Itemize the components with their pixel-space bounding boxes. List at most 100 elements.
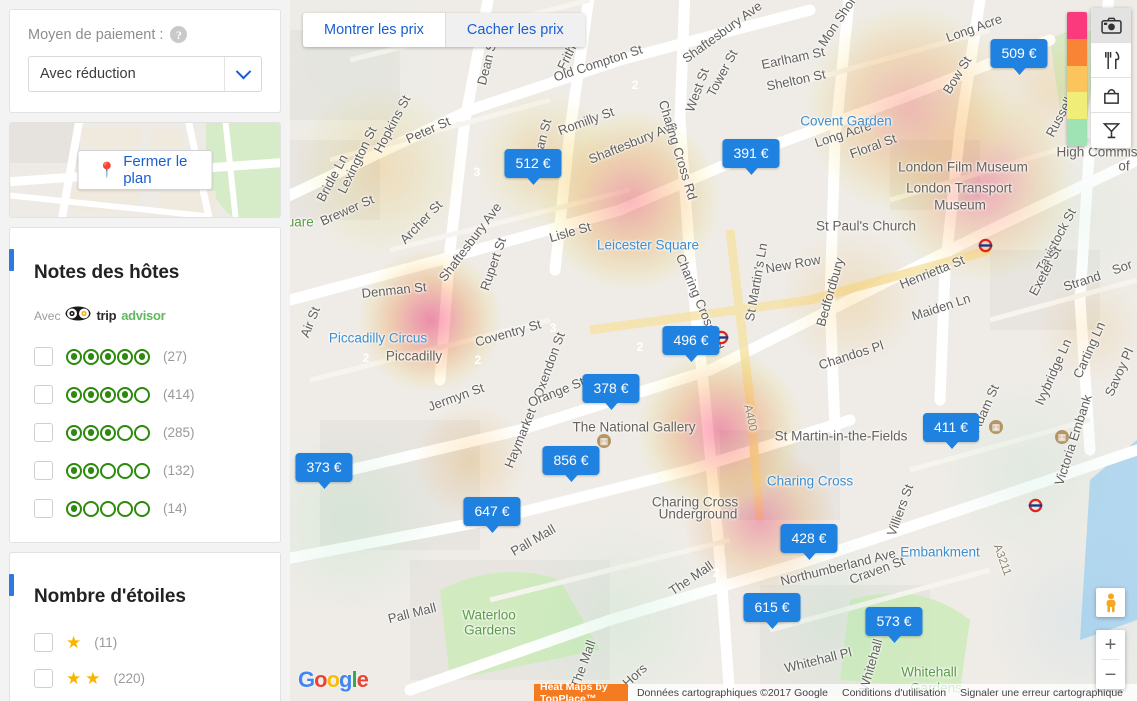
- filters-sidebar: Moyen de paiement : ? Avec réduction 📍 F…: [0, 0, 290, 701]
- host-rating-row[interactable]: (414): [10, 376, 280, 414]
- restaurant-icon: [1104, 50, 1119, 69]
- star-count-row[interactable]: ★ (11): [10, 624, 280, 660]
- zoom-in-button[interactable]: +: [1096, 630, 1125, 659]
- app-root: Moyen de paiement : ? Avec réduction 📍 F…: [0, 0, 1137, 701]
- hide-prices-button[interactable]: Cacher les prix: [444, 13, 585, 47]
- question-mark-icon[interactable]: ?: [170, 26, 188, 43]
- rating-circle-icon: [83, 500, 99, 517]
- close-map-button[interactable]: 📍 Fermer le plan: [77, 150, 213, 190]
- payment-method-label-row: Moyen de paiement : ?: [28, 26, 262, 43]
- price-marker[interactable]: 615 €: [743, 593, 801, 629]
- shopping-bag-icon: [1103, 88, 1119, 104]
- star-count-row[interactable]: ★★★(506): [10, 696, 280, 701]
- rating-circle-icon: [134, 462, 150, 479]
- map-area[interactable]: SquareBridle LnLexington StHopkins StPet…: [290, 0, 1137, 701]
- tripadvisor-rating-circles: [66, 500, 150, 517]
- chevron-down-icon[interactable]: [224, 57, 261, 91]
- tripadvisor-owl-icon: [65, 306, 91, 326]
- price-marker[interactable]: 411 €: [923, 413, 979, 449]
- host-rating-checkbox[interactable]: [34, 499, 53, 519]
- host-rating-row[interactable]: (27): [10, 338, 280, 376]
- price-marker[interactable]: 373 €: [295, 453, 353, 489]
- host-rating-count: (14): [163, 501, 188, 517]
- price-marker[interactable]: 647 €: [463, 497, 521, 533]
- star-icons: ★: [66, 634, 81, 651]
- rating-circle-icon: [117, 462, 133, 479]
- google-logo-letter: e: [356, 667, 369, 692]
- star-icons: ★ ★: [66, 670, 101, 687]
- star-count-checkbox[interactable]: [34, 668, 53, 688]
- map-attribution-bar: Heat Maps by TopPlace™ Données cartograp…: [534, 681, 1137, 701]
- tripadvisor-rating-circles: [66, 348, 150, 365]
- google-logo-letter: o: [326, 667, 340, 692]
- rating-circle-icon: [134, 424, 150, 441]
- payment-method-label: Moyen de paiement :: [28, 26, 164, 43]
- host-rating-row[interactable]: (132): [10, 452, 280, 490]
- rating-circle-icon: [134, 386, 150, 403]
- host-rating-checkbox[interactable]: [34, 347, 53, 367]
- price-marker[interactable]: 391 €: [722, 139, 780, 175]
- section-accent-bar: [9, 573, 14, 596]
- legend-color-band: [1067, 92, 1087, 120]
- price-marker[interactable]: 378 €: [582, 374, 640, 410]
- host-rating-count: (414): [163, 387, 195, 403]
- rating-circle-icon: [134, 500, 150, 517]
- rating-circle-icon: [100, 348, 116, 365]
- street-view-pegman-button[interactable]: [1096, 588, 1125, 617]
- rating-circle-icon: [66, 500, 82, 517]
- price-visibility-toggle: Montrer les prix Cacher les prix: [303, 13, 585, 47]
- tripadvisor-attribution: Avec trip advisor: [10, 300, 280, 326]
- rating-circle-icon: [83, 462, 99, 479]
- tripadvisor-name-part1: trip: [96, 308, 117, 324]
- poi-category-switcher: [1091, 8, 1131, 148]
- host-rating-checkbox[interactable]: [34, 385, 53, 405]
- category-restaurant-button[interactable]: [1091, 43, 1131, 78]
- rating-circle-icon: [117, 348, 133, 365]
- show-prices-label: Montrer les prix: [324, 22, 424, 38]
- show-prices-button[interactable]: Montrer les prix: [303, 13, 445, 47]
- legend-color-band: [1067, 119, 1087, 146]
- hide-prices-label: Cacher les prix: [466, 22, 564, 38]
- rating-circle-icon: [117, 500, 133, 517]
- star-icon: ★: [66, 668, 82, 688]
- rating-circle-icon: [134, 348, 150, 365]
- category-cocktail-button[interactable]: [1091, 113, 1131, 148]
- google-logo: Google: [298, 667, 369, 693]
- star-icon: ★: [85, 668, 101, 688]
- tripadvisor-prefix: Avec: [34, 308, 61, 323]
- host-rating-row[interactable]: (285): [10, 414, 280, 452]
- rating-circle-icon: [117, 386, 133, 403]
- host-rating-count: (27): [163, 349, 188, 365]
- legend-color-band: [1067, 38, 1087, 66]
- google-logo-letter: g: [339, 667, 352, 692]
- payment-method-select[interactable]: Avec réduction: [28, 56, 262, 92]
- price-marker[interactable]: 512 €: [504, 149, 562, 185]
- price-marker[interactable]: 428 €: [780, 524, 838, 560]
- category-shopping-button[interactable]: [1091, 78, 1131, 113]
- price-marker[interactable]: 509 €: [990, 39, 1048, 75]
- star-icon: ★: [66, 632, 82, 652]
- rating-circle-icon: [117, 424, 133, 441]
- price-marker[interactable]: 856 €: [542, 446, 600, 482]
- star-count-checkbox[interactable]: [34, 632, 53, 652]
- cocktail-icon: [1102, 123, 1120, 139]
- rating-circle-icon: [66, 348, 82, 365]
- rating-circle-icon: [66, 424, 82, 441]
- star-count-row[interactable]: ★ ★ (220): [10, 660, 280, 696]
- host-rating-checkbox[interactable]: [34, 423, 53, 443]
- topplace-heatmap-badge[interactable]: Heat Maps by TopPlace™: [534, 681, 628, 701]
- host-rating-row[interactable]: (14): [10, 490, 280, 528]
- host-rating-checkbox[interactable]: [34, 461, 53, 481]
- category-camera-button[interactable]: [1091, 8, 1131, 43]
- map-pin-icon: 📍: [97, 161, 117, 179]
- price-marker[interactable]: 496 €: [662, 326, 720, 362]
- host-ratings-title: Notes des hôtes: [34, 261, 180, 283]
- zoom-out-button[interactable]: −: [1096, 660, 1125, 689]
- google-logo-letter: G: [298, 667, 315, 692]
- rating-circle-icon: [100, 424, 116, 441]
- terms-of-use-link[interactable]: Conditions d'utilisation: [842, 687, 946, 699]
- star-count-panel: Nombre d'étoiles ★(11)★★(220)★★★(506)★★★…: [9, 551, 281, 701]
- rating-circle-icon: [83, 386, 99, 403]
- price-marker[interactable]: 573 €: [865, 607, 923, 643]
- star-count-value: (11): [94, 634, 118, 650]
